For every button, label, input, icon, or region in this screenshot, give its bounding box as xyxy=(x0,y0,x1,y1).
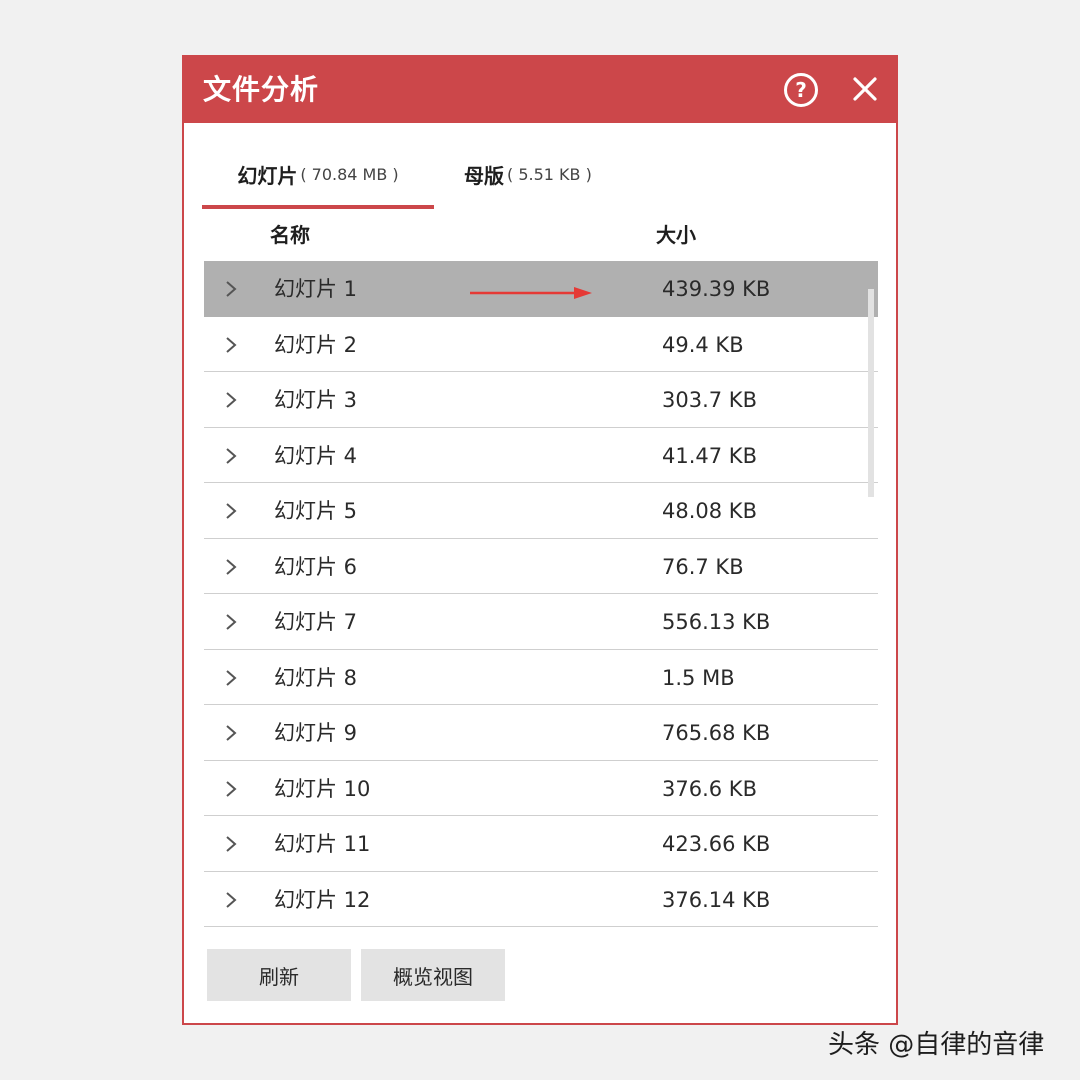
file-analysis-dialog: 文件分析 ? 幻灯片 ( 70.84 MB ) 母版 ( 5.51 KB ) 名… xyxy=(182,55,898,1025)
chevron-right-icon[interactable] xyxy=(224,779,238,799)
row-size: 48.08 KB xyxy=(662,499,757,523)
chevron-right-icon[interactable] xyxy=(224,834,238,854)
refresh-button[interactable]: 刷新 xyxy=(207,949,351,1001)
column-header-size[interactable]: 大小 xyxy=(656,219,696,248)
tab-slides-label: 幻灯片 xyxy=(237,163,298,188)
chevron-right-icon[interactable] xyxy=(224,279,238,299)
close-icon xyxy=(853,77,877,101)
row-size: 76.7 KB xyxy=(662,554,744,579)
table-row[interactable]: 幻灯片 3 303.7 KB xyxy=(204,372,878,428)
dialog-title: 文件分析 xyxy=(203,73,320,106)
row-size: 556.13 KB xyxy=(662,610,771,634)
tab-slides[interactable]: 幻灯片 ( 70.84 MB ) xyxy=(202,143,434,209)
table-row[interactable]: 幻灯片 4 41.47 KB xyxy=(204,428,878,483)
row-name: 幻灯片 5 xyxy=(274,499,358,523)
column-header-name[interactable]: 名称 xyxy=(270,219,310,248)
row-name: 幻灯片 12 xyxy=(274,887,371,912)
annotation-arrow-icon xyxy=(470,287,592,299)
row-name: 幻灯片 3 xyxy=(274,388,358,412)
row-size: 439.39 KB xyxy=(662,277,771,301)
chevron-right-icon[interactable] xyxy=(224,723,238,743)
tab-slides-size: ( 70.84 MB ) xyxy=(300,164,399,184)
chevron-right-icon[interactable] xyxy=(224,890,238,910)
row-size: 303.7 KB xyxy=(662,388,757,412)
row-name: 幻灯片 2 xyxy=(274,332,358,357)
row-name: 幻灯片 9 xyxy=(274,721,358,745)
tab-masters[interactable]: 母版 ( 5.51 KB ) xyxy=(464,143,592,205)
chevron-right-icon[interactable] xyxy=(224,668,238,688)
watermark: 头条 @自律的音律 xyxy=(828,1030,1045,1060)
chevron-right-icon[interactable] xyxy=(224,557,238,577)
table-row[interactable]: 幻灯片 1 439.39 KB xyxy=(204,261,878,317)
row-size: 765.68 KB xyxy=(662,721,771,745)
row-name: 幻灯片 11 xyxy=(274,832,371,856)
title-bar: 文件分析 ? xyxy=(184,57,896,123)
row-name: 幻灯片 10 xyxy=(274,776,371,801)
table-row[interactable]: 幻灯片 8 1.5 MB xyxy=(204,650,878,705)
row-size: 423.66 KB xyxy=(662,832,771,856)
row-name: 幻灯片 8 xyxy=(274,665,358,690)
tab-masters-label: 母版 xyxy=(464,163,504,188)
overview-view-button[interactable]: 概览视图 xyxy=(361,949,505,1001)
tab-masters-size: ( 5.51 KB ) xyxy=(507,164,592,184)
close-button[interactable] xyxy=(848,72,882,106)
chevron-right-icon[interactable] xyxy=(224,612,238,632)
tab-bar: 幻灯片 ( 70.84 MB ) 母版 ( 5.51 KB ) xyxy=(202,143,882,209)
chevron-right-icon[interactable] xyxy=(224,390,238,410)
list-scrollbar[interactable] xyxy=(868,289,874,497)
table-row[interactable]: 幻灯片 10 376.6 KB xyxy=(204,761,878,816)
row-name: 幻灯片 6 xyxy=(274,554,358,579)
table-row[interactable]: 幻灯片 7 556.13 KB xyxy=(204,594,878,650)
table-row[interactable]: 幻灯片 9 765.68 KB xyxy=(204,705,878,761)
row-name: 幻灯片 7 xyxy=(274,610,358,634)
row-size: 41.47 KB xyxy=(662,443,757,468)
row-size: 376.6 KB xyxy=(662,776,757,801)
row-name: 幻灯片 4 xyxy=(274,443,358,468)
row-size: 1.5 MB xyxy=(662,665,735,690)
chevron-right-icon[interactable] xyxy=(224,335,238,355)
row-size: 376.14 KB xyxy=(662,887,771,912)
table-row[interactable]: 幻灯片 12 376.14 KB xyxy=(204,872,878,927)
table-row[interactable]: 幻灯片 11 423.66 KB xyxy=(204,816,878,872)
table-row[interactable]: 幻灯片 5 48.08 KB xyxy=(204,483,878,539)
row-name: 幻灯片 1 xyxy=(274,277,358,301)
help-button[interactable]: ? xyxy=(784,73,818,107)
help-icon: ? xyxy=(795,78,807,102)
row-size: 49.4 KB xyxy=(662,332,744,357)
table-row[interactable]: 幻灯片 2 49.4 KB xyxy=(204,317,878,372)
slide-list: 幻灯片 1 439.39 KB 幻灯片 2 49.4 KB 幻灯片 3 303.… xyxy=(204,261,878,929)
chevron-right-icon[interactable] xyxy=(224,446,238,466)
table-row[interactable]: 幻灯片 6 76.7 KB xyxy=(204,539,878,594)
chevron-right-icon[interactable] xyxy=(224,501,238,521)
